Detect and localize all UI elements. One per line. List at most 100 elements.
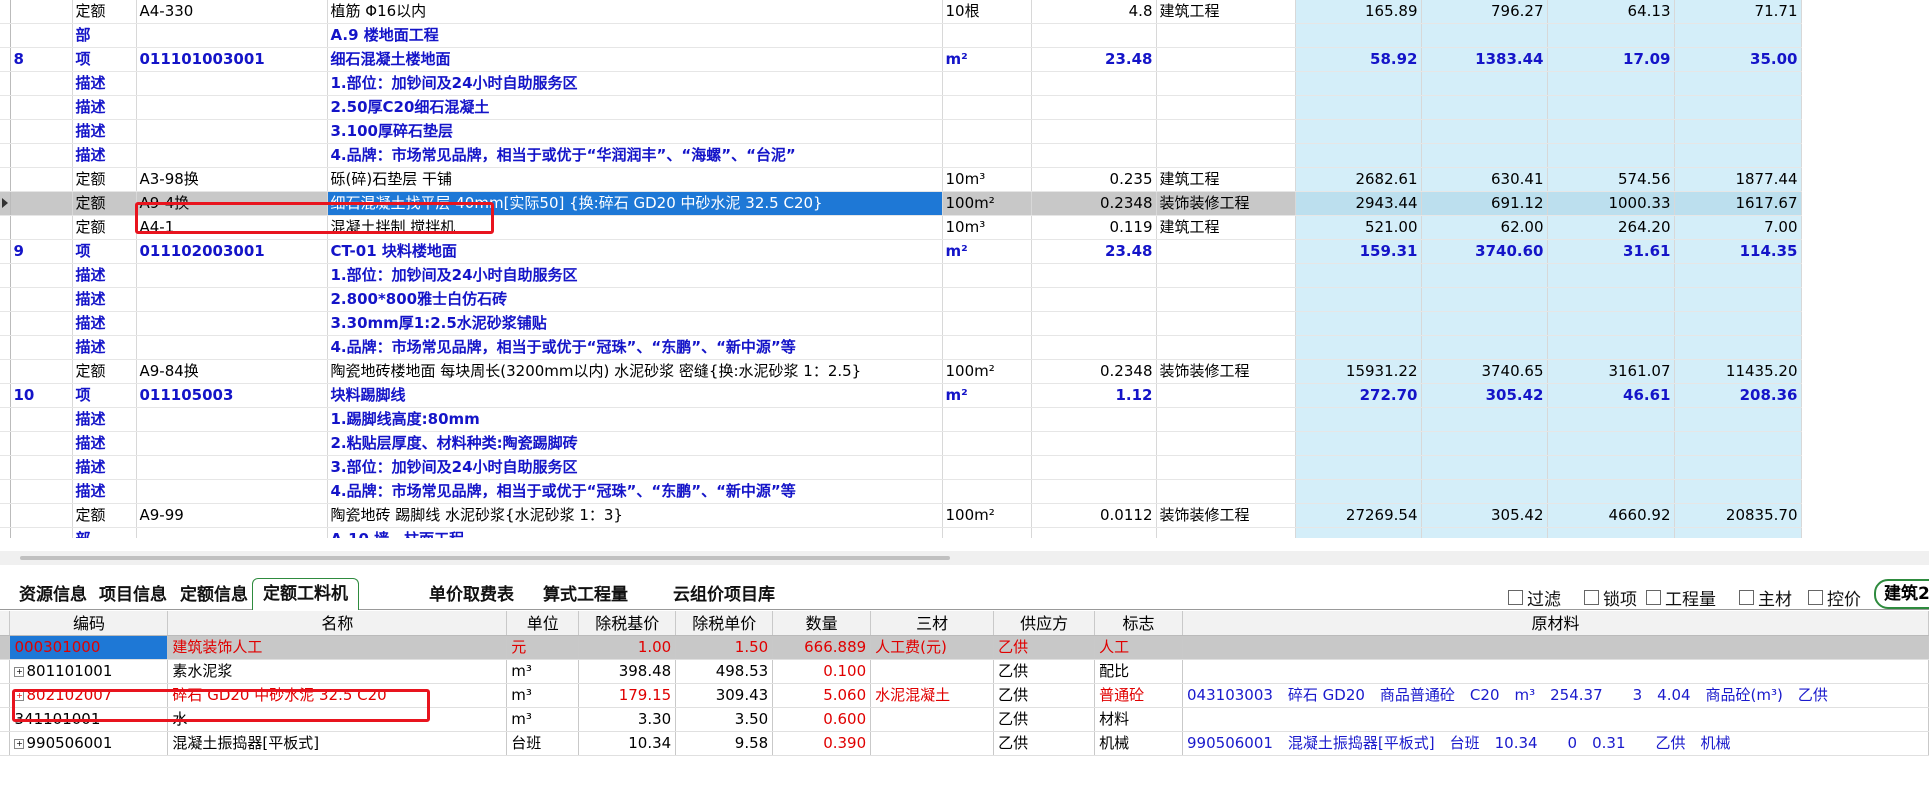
row-indicator[interactable] xyxy=(0,335,11,360)
plain-row[interactable]: 定额 A4-1 混凝土拌制 搅拌机 10m³ 0.119 建筑工程 521.00 62.00 2… xyxy=(0,215,1928,240)
cell-v4[interactable]: 7.00 xyxy=(1674,215,1802,240)
checkbox-0[interactable]: 过滤 xyxy=(1508,585,1561,610)
cell-v3[interactable]: 574.56 xyxy=(1547,167,1675,192)
cell-code[interactable]: +801101001 xyxy=(9,659,169,684)
cell-code[interactable]: 011101003001 xyxy=(136,47,328,72)
resource-row[interactable]: +802102007 碎石 GD20 中砂水泥 32.5 C20 m³ 179.15 3… xyxy=(0,683,1929,708)
cell-name[interactable]: 细石混凝土楼地面 xyxy=(327,47,943,72)
cell-code[interactable]: 000301000 xyxy=(9,635,169,660)
cell-name[interactable]: 陶瓷地砖楼地面 每块周长(3200mm以内) 水泥砂浆 密缝{换:水泥砂浆 1：… xyxy=(327,359,943,384)
cell-name[interactable]: 4.品牌：市场常见品牌，相当于或优于“华润润丰”、“海螺”、“台泥” xyxy=(327,143,943,168)
cell-unit[interactable]: m³ xyxy=(506,659,580,684)
cell-no[interactable] xyxy=(10,407,73,432)
desc-row[interactable]: 描述 2.50厚C20细石混凝土 xyxy=(0,95,1928,120)
cell-v4[interactable] xyxy=(1674,431,1802,456)
cell-v1[interactable]: 15931.22 xyxy=(1295,359,1422,384)
cell-name[interactable]: 块料踢脚线 xyxy=(327,383,943,408)
cell-unit[interactable] xyxy=(942,263,1032,288)
desc-row[interactable]: 描述 3.100厚碎石垫层 xyxy=(0,119,1928,144)
cell-unit[interactable] xyxy=(942,71,1032,96)
cell-name[interactable]: 2.50厚C20细石混凝土 xyxy=(327,95,943,120)
cell-code[interactable]: 011105003 xyxy=(136,383,328,408)
cell-cat[interactable]: 项 xyxy=(72,383,137,408)
cell-unit[interactable] xyxy=(942,407,1032,432)
cell-cat[interactable]: 描述 xyxy=(72,335,137,360)
cell-qty[interactable] xyxy=(1031,527,1157,538)
dept-row[interactable]: 部 A.9 楼地面工程 xyxy=(0,23,1928,48)
cell-code[interactable]: A4-1 xyxy=(136,215,328,240)
row-indicator[interactable] xyxy=(0,0,11,24)
cell-name[interactable]: 3.30mm厚1:2.5水泥砂浆铺贴 xyxy=(327,311,943,336)
cell-v2[interactable]: 305.42 xyxy=(1421,383,1548,408)
cell-unit[interactable]: 台班 xyxy=(506,731,580,756)
cell-prof[interactable] xyxy=(1156,263,1296,288)
row-indicator[interactable] xyxy=(0,143,11,168)
cell-unit[interactable]: m³ xyxy=(506,707,580,732)
cell-unit[interactable]: 10m³ xyxy=(942,215,1032,240)
cell-v2[interactable]: 3740.65 xyxy=(1421,359,1548,384)
cell-qty[interactable] xyxy=(1031,479,1157,504)
cell-code[interactable] xyxy=(136,431,328,456)
cell-no[interactable] xyxy=(10,71,73,96)
cell-qty[interactable] xyxy=(1031,455,1157,480)
cell-v1[interactable]: 159.31 xyxy=(1295,239,1422,264)
cell-flag[interactable]: 普通砼 xyxy=(1094,683,1184,708)
row-indicator[interactable] xyxy=(0,47,11,72)
scrollbar-thumb[interactable] xyxy=(20,556,950,560)
checkbox-box[interactable] xyxy=(1646,590,1661,605)
plain-row[interactable]: 定额 A9-84换 陶瓷地砖楼地面 每块周长(3200mm以内) 水泥砂浆 密缝{换… xyxy=(0,359,1928,384)
cell-qty[interactable]: 23.48 xyxy=(1031,47,1157,72)
resource-row[interactable]: 000301000 建筑装饰人工元 1.00 1.50 666.889 人工费(元) 乙供人… xyxy=(0,635,1929,660)
cell-qty[interactable]: 0.600 xyxy=(772,707,872,732)
cell-raw[interactable]: 043103003 碎石 GD20 商品普通砼 C20 m³ 254.37 3 … xyxy=(1182,683,1929,708)
cell-v1[interactable] xyxy=(1295,527,1422,538)
cell-cat[interactable]: 描述 xyxy=(72,407,137,432)
cell-code[interactable]: 341101001 xyxy=(9,707,169,732)
cell-qty[interactable]: 0.2348 xyxy=(1031,191,1157,216)
row-indicator[interactable] xyxy=(0,23,11,48)
cell-code[interactable] xyxy=(136,527,328,538)
cell-name[interactable]: A.10 墙、柱面工程 xyxy=(327,527,943,538)
cell-code[interactable] xyxy=(136,23,328,48)
cell-qty[interactable] xyxy=(1031,311,1157,336)
cell-prof[interactable] xyxy=(1156,527,1296,538)
cell-prof[interactable] xyxy=(1156,95,1296,120)
cell-no[interactable] xyxy=(10,311,73,336)
cell-v4[interactable]: 35.00 xyxy=(1674,47,1802,72)
cell-v3[interactable]: 46.61 xyxy=(1547,383,1675,408)
plain-row[interactable]: 定额 A9-99 陶瓷地砖 踢脚线 水泥砂浆{水泥砂浆 1：3} 100m² 0.011… xyxy=(0,503,1928,528)
cell-qty[interactable] xyxy=(1031,287,1157,312)
row-indicator[interactable] xyxy=(0,239,11,264)
cell-name[interactable]: 2.800*800雅士白仿石砖 xyxy=(327,287,943,312)
cell-v3[interactable] xyxy=(1547,95,1675,120)
column-header[interactable]: 单位 xyxy=(506,611,580,636)
cell-qty[interactable]: 0.119 xyxy=(1031,215,1157,240)
cell-v4[interactable]: 20835.70 xyxy=(1674,503,1802,528)
cell-cat[interactable]: 描述 xyxy=(72,95,137,120)
cell-v2[interactable] xyxy=(1421,287,1548,312)
cell-no[interactable] xyxy=(10,167,73,192)
cell-v3[interactable] xyxy=(1547,71,1675,96)
cell-unit[interactable]: 元 xyxy=(506,635,580,660)
plain-row[interactable]: 定额 A4-330 植筋 Φ16以内 10根 4.8 建筑工程 165.89 796.27 64… xyxy=(0,0,1928,24)
row-indicator[interactable] xyxy=(0,455,11,480)
row-indicator[interactable] xyxy=(0,503,11,528)
tab-3[interactable]: 定额工料机 xyxy=(252,578,359,610)
cell-v2[interactable] xyxy=(1421,455,1548,480)
expand-plus-icon[interactable]: + xyxy=(14,666,25,677)
cell-prof[interactable] xyxy=(1156,119,1296,144)
cell-v1[interactable] xyxy=(1295,479,1422,504)
cell-code[interactable] xyxy=(136,335,328,360)
checkbox-4[interactable]: 控价 xyxy=(1808,585,1861,610)
cell-unit[interactable]: 100m² xyxy=(942,503,1032,528)
cell-no[interactable] xyxy=(10,359,73,384)
cell-v4[interactable] xyxy=(1674,263,1802,288)
column-header[interactable]: 数量 xyxy=(772,611,872,636)
cell-price[interactable]: 309.43 xyxy=(675,683,774,708)
column-header[interactable]: 供应方 xyxy=(993,611,1096,636)
cell-v3[interactable]: 17.09 xyxy=(1547,47,1675,72)
cell-cat[interactable]: 定额 xyxy=(72,503,137,528)
column-header[interactable]: 名称 xyxy=(167,611,508,636)
cell-qty[interactable]: 1.12 xyxy=(1031,383,1157,408)
cell-v3[interactable] xyxy=(1547,527,1675,538)
